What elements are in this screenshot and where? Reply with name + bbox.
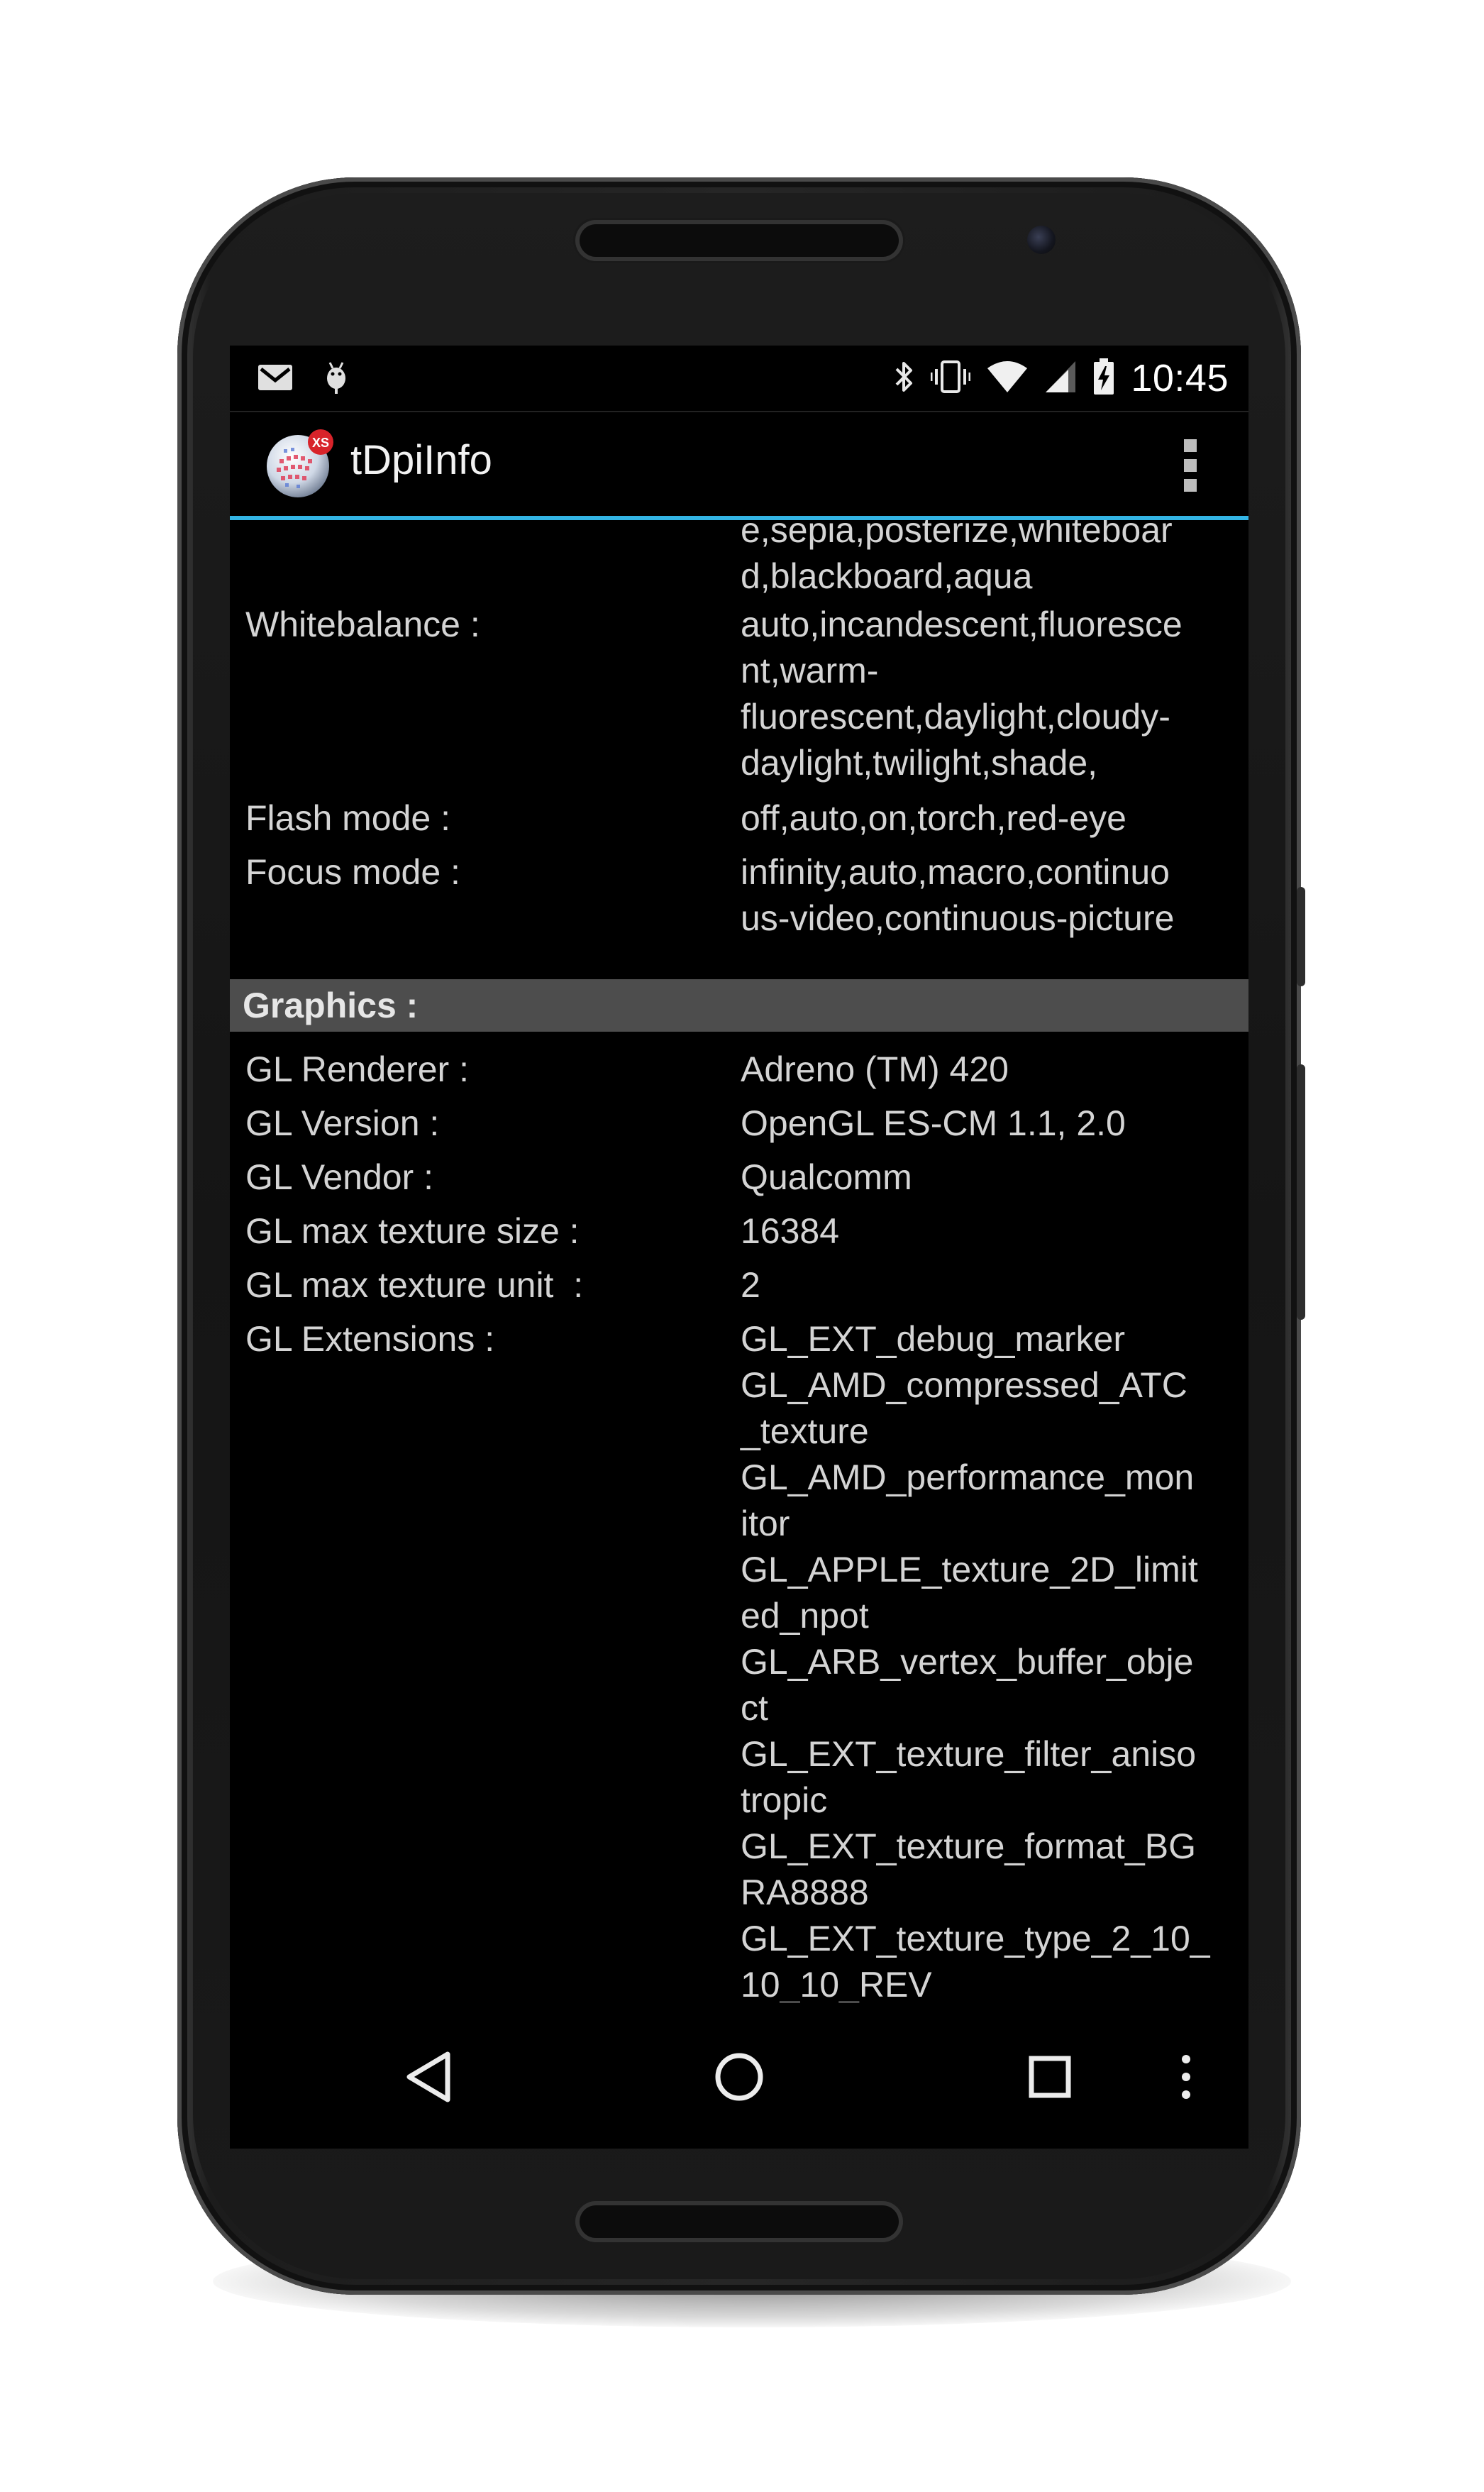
value-line: ct [741,1688,768,1728]
battery-charging-icon [1092,358,1115,399]
overflow-menu-icon[interactable] [1182,439,1199,492]
row-value: 16384 [741,1208,1237,1255]
svg-text:XS: XS [312,436,329,450]
row-label: Focus mode : [245,852,460,892]
row-value: OpenGL ES-CM 1.1, 2.0 [741,1101,1237,1147]
value-line: off,auto,on,torch,red-eye [741,798,1126,838]
value-line: ed_npot [741,1596,869,1636]
value-line: GL_EXT_texture_type_2_10_ [741,1919,1210,1958]
front-camera [1027,226,1056,254]
value-line: GL_APPLE_texture_2D_limit [741,1550,1198,1589]
value-line: auto,incandescent,fluoresce [741,605,1183,644]
status-bar: 10:45 [230,346,1248,412]
row-label: Whitebalance : [245,605,480,644]
row-label: GL Extensions : [245,1319,495,1359]
android-debug-icon [322,360,350,399]
value-line: RA8888 [741,1873,869,1912]
status-clock: 10:45 [1131,357,1229,399]
value-line: GL_EXT_debug_marker [741,1319,1125,1359]
row-label: GL Renderer : [245,1049,469,1089]
navigation-bar [230,2002,1248,2149]
section-header-label: Graphics : [243,986,419,1025]
row-label: GL Version : [245,1103,440,1143]
recent-apps-icon[interactable] [1014,2041,1085,2112]
row-label: GL Vendor : [245,1157,433,1197]
row-value: Adreno (TM) 420 [741,1047,1237,1093]
value-line: 16384 [741,1211,840,1251]
row-value: infinity,auto,macro,continuo us-video,co… [741,849,1237,942]
value-line: Adreno (TM) 420 [741,1049,1009,1089]
value-line: OpenGL ES-CM 1.1, 2.0 [741,1103,1126,1143]
value-line: infinity,auto,macro,continuo [741,852,1170,892]
notification-icons [257,361,350,397]
tdpiinfo-app-icon[interactable]: XS [264,428,335,499]
bluetooth-icon [894,359,915,398]
row-value: auto,incandescent,fluoresce nt,warm- flu… [741,602,1237,786]
row-value: e,sepia,posterize,whiteboar d,blackboard… [741,520,1237,600]
value-line: fluorescent,daylight,cloudy- [741,697,1170,737]
value-line: GL_EXT_texture_format_BG [741,1826,1196,1866]
row-value: 2 [741,1262,1237,1308]
gmail-icon [257,363,294,395]
value-line: e,sepia,posterize,whiteboar [741,520,1173,550]
menu-icon[interactable] [1165,2041,1207,2112]
value-line: nt,warm- [741,651,879,690]
value-line: GL_AMD_performance_mon [741,1457,1195,1497]
info-list[interactable]: e,sepia,posterize,whiteboar d,blackboard… [230,520,1248,2002]
value-line: itor [741,1504,790,1543]
top-speaker-grille [580,224,899,257]
back-icon[interactable] [393,2041,464,2112]
row-value: Qualcomm [741,1154,1237,1201]
value-line: GL_EXT_texture_filter_aniso [741,1734,1197,1774]
row-label: GL max texture unit : [245,1265,584,1305]
row-value: off,auto,on,torch,red-eye [741,795,1237,842]
value-line: 2 [741,1265,760,1305]
cell-signal-icon [1044,360,1077,397]
power-button [1297,887,1305,986]
volume-rocker [1297,1064,1305,1320]
value-line: us-video,continuous-picture [741,898,1175,938]
value-line: _texture [741,1411,869,1451]
value-line: 10_10_REV [741,1965,932,2002]
app-title: tDpiInfo [350,437,492,483]
wifi-icon [986,360,1029,397]
action-bar: XS tDpiInfo [230,412,1248,513]
value-line: tropic [741,1780,828,1820]
value-line: d,blackboard,aqua [741,556,1033,596]
value-line: GL_ARB_vertex_buffer_obje [741,1642,1194,1682]
bottom-speaker-grille [580,2205,899,2238]
system-status-icons: 10:45 [894,357,1229,399]
value-line: GL_AMD_compressed_ATC [741,1365,1187,1405]
row-label: Flash mode : [245,798,451,838]
row-label: GL max texture size : [245,1211,580,1251]
value-line: Qualcomm [741,1157,912,1197]
vibrate-icon [930,359,971,398]
row-value: GL_EXT_debug_marker GL_AMD_compressed_AT… [741,1316,1237,2002]
section-header-graphics: Graphics : [230,979,1248,1032]
value-line: daylight,twilight,shade, [741,743,1098,783]
phone-screen: 10:45 XS tDpiInfo e,sepia,posterize,whit… [230,346,1248,2149]
home-icon[interactable] [704,2041,775,2112]
